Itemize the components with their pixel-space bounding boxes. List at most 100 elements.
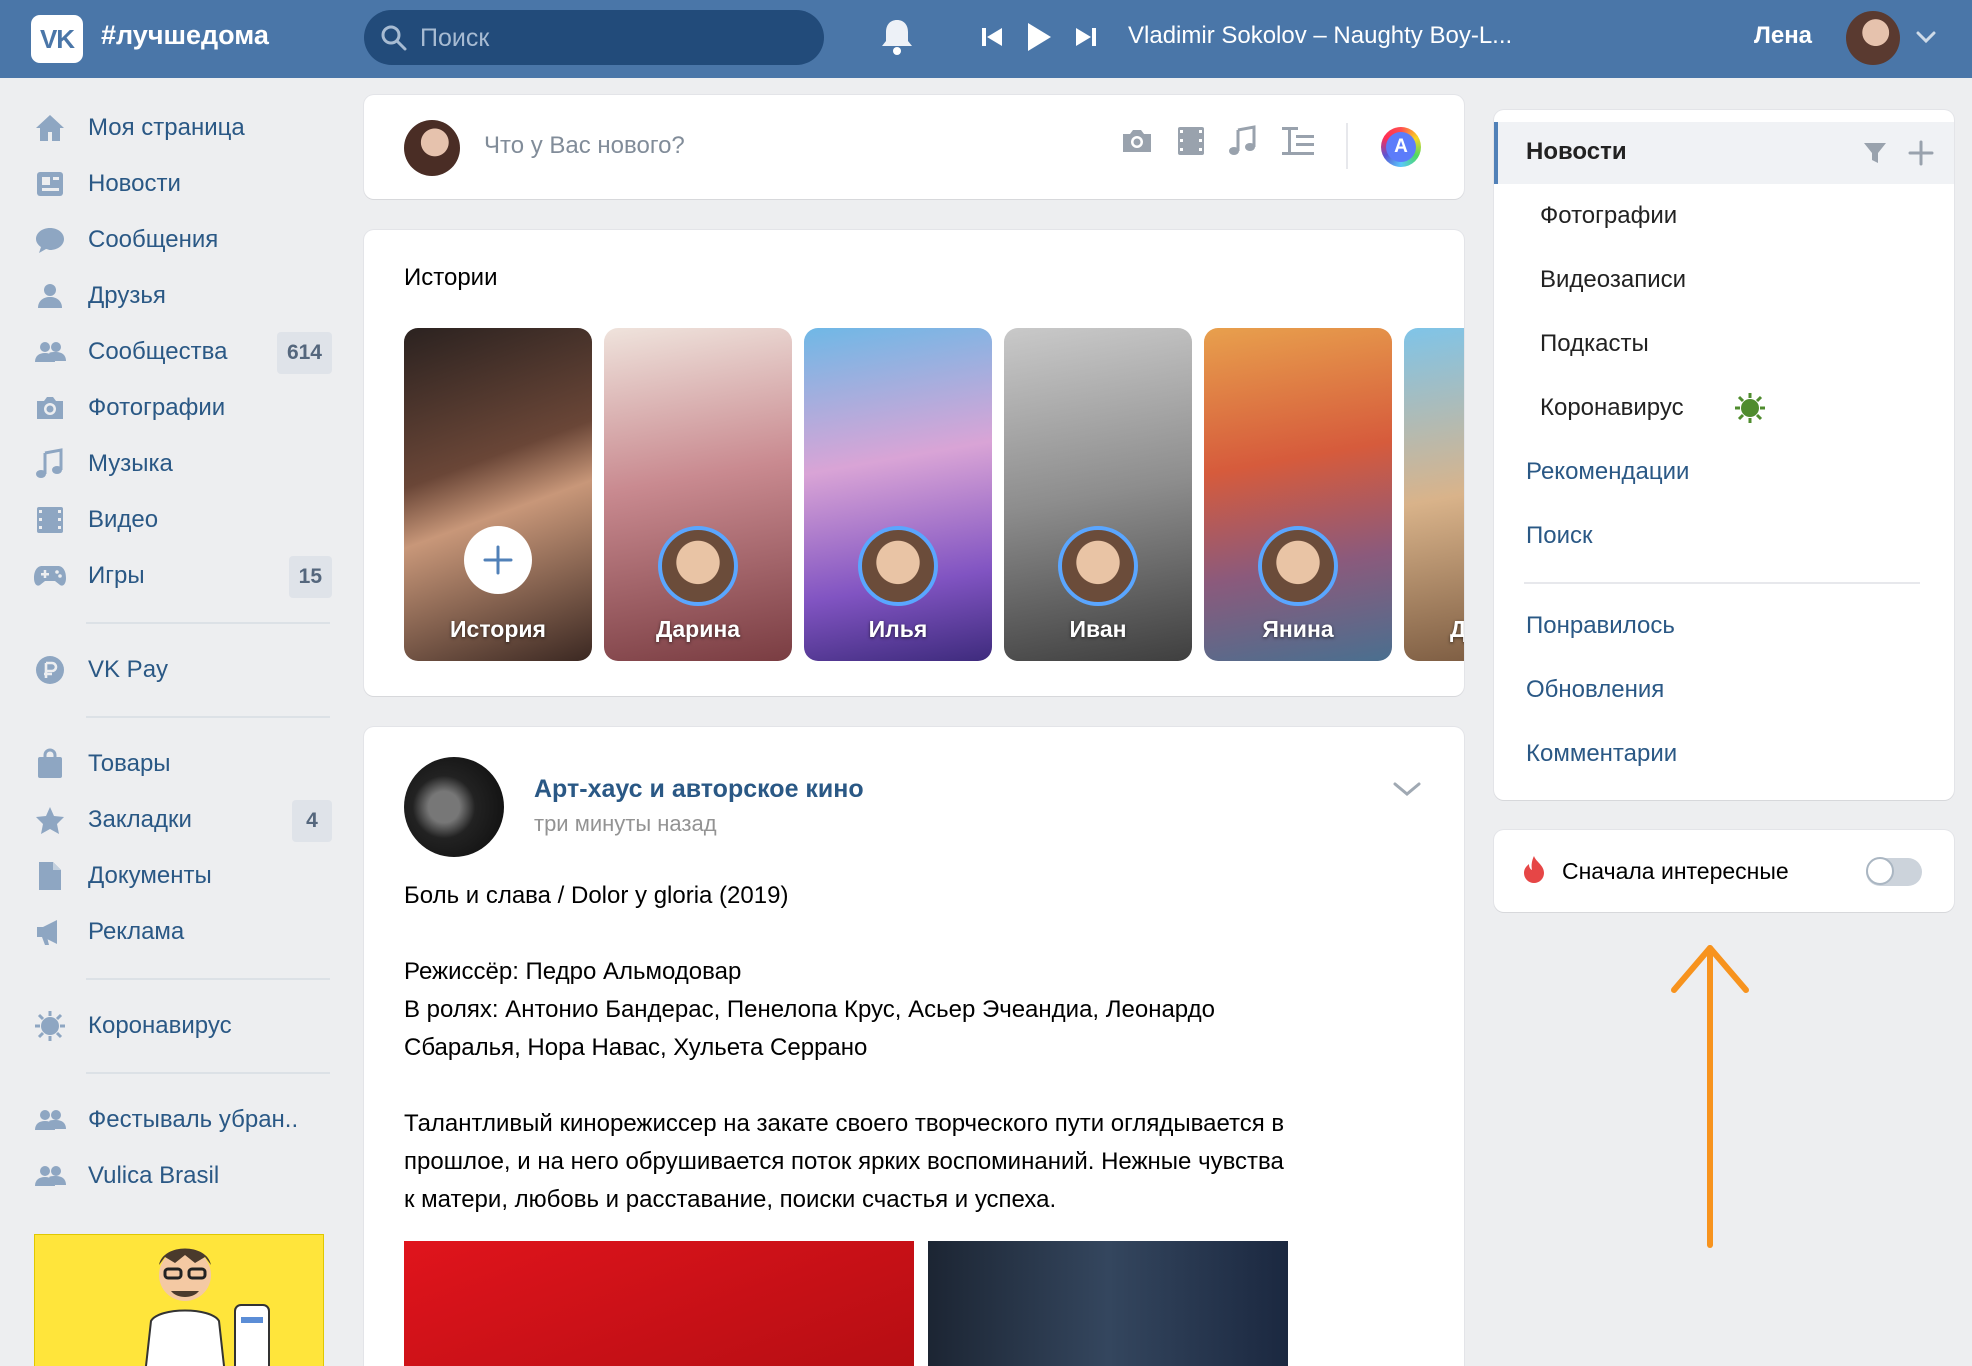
- nav-label: Игры: [88, 562, 145, 589]
- nav-label: Новости: [88, 170, 181, 197]
- logo-text: VK: [39, 23, 75, 54]
- brand-hashtag[interactable]: #лучшедома: [101, 20, 269, 51]
- music-icon[interactable]: [1228, 125, 1258, 157]
- story-name: Дарина: [655, 616, 741, 642]
- nav-label: VK Pay: [88, 656, 169, 683]
- nav-photos[interactable]: Фотографии: [30, 380, 336, 436]
- nav-group-festival[interactable]: Фестываль убран..: [30, 1092, 336, 1148]
- menu-item-label: Новости: [1526, 138, 1627, 165]
- nav-label: Сообщества: [88, 338, 228, 365]
- virus-icon: [30, 1006, 70, 1046]
- interesting-first-toggle[interactable]: [1866, 857, 1922, 886]
- nav-label: Документы: [88, 862, 212, 889]
- group-avatar[interactable]: [404, 757, 504, 857]
- add-icon[interactable]: [1908, 140, 1934, 166]
- nav-label: Vulica Brasil: [88, 1162, 220, 1189]
- story-avatar: [1258, 526, 1338, 606]
- story-item[interactable]: Дарина: [604, 328, 792, 661]
- story-add[interactable]: История: [404, 328, 592, 661]
- count-badge: 4: [292, 800, 332, 842]
- story-item[interactable]: Д: [1404, 328, 1464, 661]
- story-item[interactable]: Иван: [1004, 328, 1192, 661]
- menu-item-podcasts[interactable]: Подкасты: [1540, 330, 1649, 358]
- nav-label: Реклама: [88, 918, 185, 945]
- count-badge: 15: [288, 556, 332, 598]
- vk-logo[interactable]: VK: [31, 15, 83, 63]
- nav-communities[interactable]: Сообщества 614: [30, 324, 336, 380]
- user-avatar[interactable]: [1846, 11, 1900, 65]
- nav-label: Коронавирус: [88, 1012, 232, 1039]
- post-image-still[interactable]: [928, 1241, 1288, 1366]
- friends-icon: [30, 276, 70, 316]
- nav-games[interactable]: Игры 15: [30, 548, 336, 604]
- menu-item-coronavirus[interactable]: Коронавирус: [1540, 394, 1684, 422]
- avatar-switcher[interactable]: A: [1381, 127, 1421, 167]
- next-track-icon[interactable]: [1074, 25, 1098, 49]
- communities-icon: [30, 332, 70, 372]
- menu-item-recommendations[interactable]: Рекомендации: [1526, 458, 1689, 486]
- user-avatar[interactable]: [404, 120, 460, 176]
- search-input[interactable]: Поиск: [364, 10, 824, 65]
- post-card: Арт-хаус и авторское кино три минуты наз…: [364, 727, 1464, 1366]
- nav-coronavirus[interactable]: Коронавирус: [30, 998, 336, 1054]
- text-icon[interactable]: [1280, 125, 1316, 157]
- menu-item-comments[interactable]: Комментарии: [1526, 740, 1677, 768]
- nav-goods[interactable]: Товары: [30, 736, 336, 792]
- divider: [1346, 123, 1348, 169]
- video-icon[interactable]: [1176, 125, 1206, 157]
- nav-music[interactable]: Музыка: [30, 436, 336, 492]
- group-icon: [30, 1100, 70, 1140]
- story-item[interactable]: Янина: [1204, 328, 1392, 661]
- nav-ads[interactable]: Реклама: [30, 904, 336, 960]
- messages-icon: [30, 220, 70, 260]
- ad-banner[interactable]: [34, 1234, 324, 1366]
- post-time[interactable]: три минуты назад: [534, 811, 717, 837]
- nav-vk-pay[interactable]: VK Pay: [30, 642, 336, 698]
- menu-item-photos[interactable]: Фотографии: [1540, 202, 1677, 230]
- nav-label: Музыка: [88, 450, 173, 477]
- story-item[interactable]: Илья: [804, 328, 992, 661]
- chevron-down-icon[interactable]: [1392, 779, 1422, 799]
- document-icon: [30, 856, 70, 896]
- post-author[interactable]: Арт-хаус и авторское кино: [534, 775, 864, 804]
- nav-group-vulica-brasil[interactable]: Vulica Brasil: [30, 1148, 336, 1204]
- menu-item-videos[interactable]: Видеозаписи: [1540, 266, 1686, 294]
- avatar-letter: A: [1386, 132, 1416, 162]
- nav-video[interactable]: Видео: [30, 492, 336, 548]
- composer-input[interactable]: Что у Вас нового?: [484, 132, 685, 160]
- games-icon: [30, 556, 70, 596]
- chevron-down-icon[interactable]: [1916, 30, 1936, 44]
- nav-documents[interactable]: Документы: [30, 848, 336, 904]
- music-icon: [30, 444, 70, 484]
- plus-icon: [464, 526, 532, 594]
- divider: [1524, 582, 1920, 584]
- group-icon: [30, 1156, 70, 1196]
- divider: [86, 1072, 330, 1074]
- now-playing-track[interactable]: Vladimir Sokolov – Naughty Boy-L...: [1128, 22, 1512, 50]
- nav-label: Видео: [88, 506, 159, 533]
- nav-friends[interactable]: Друзья: [30, 268, 336, 324]
- menu-item-liked[interactable]: Понравилось: [1526, 612, 1675, 640]
- story-name: История: [450, 616, 546, 642]
- user-name[interactable]: Лена: [1754, 22, 1812, 50]
- nav-my-page[interactable]: Моя страница: [30, 100, 336, 156]
- menu-item-updates[interactable]: Обновления: [1526, 676, 1664, 704]
- nav-messages[interactable]: Сообщения: [30, 212, 336, 268]
- story-name: Иван: [1069, 616, 1127, 642]
- divider: [86, 622, 330, 624]
- story-name: Д: [1450, 616, 1464, 642]
- nav-news[interactable]: Новости: [30, 156, 336, 212]
- stories-block: Истории История Дарина Илья Иван Янина Д: [364, 230, 1464, 696]
- nav-bookmarks[interactable]: Закладки 4: [30, 792, 336, 848]
- camera-icon[interactable]: [1120, 126, 1154, 156]
- post-image-poster[interactable]: [404, 1241, 914, 1366]
- filter-icon[interactable]: [1862, 140, 1888, 166]
- bell-icon[interactable]: [880, 16, 914, 56]
- search-icon: [381, 25, 407, 51]
- menu-item-search[interactable]: Поиск: [1526, 522, 1593, 550]
- bag-icon: [30, 744, 70, 784]
- video-icon: [30, 500, 70, 540]
- previous-track-icon[interactable]: [980, 25, 1004, 49]
- play-icon[interactable]: [1026, 22, 1052, 52]
- post-composer: Что у Вас нового? A: [364, 95, 1464, 199]
